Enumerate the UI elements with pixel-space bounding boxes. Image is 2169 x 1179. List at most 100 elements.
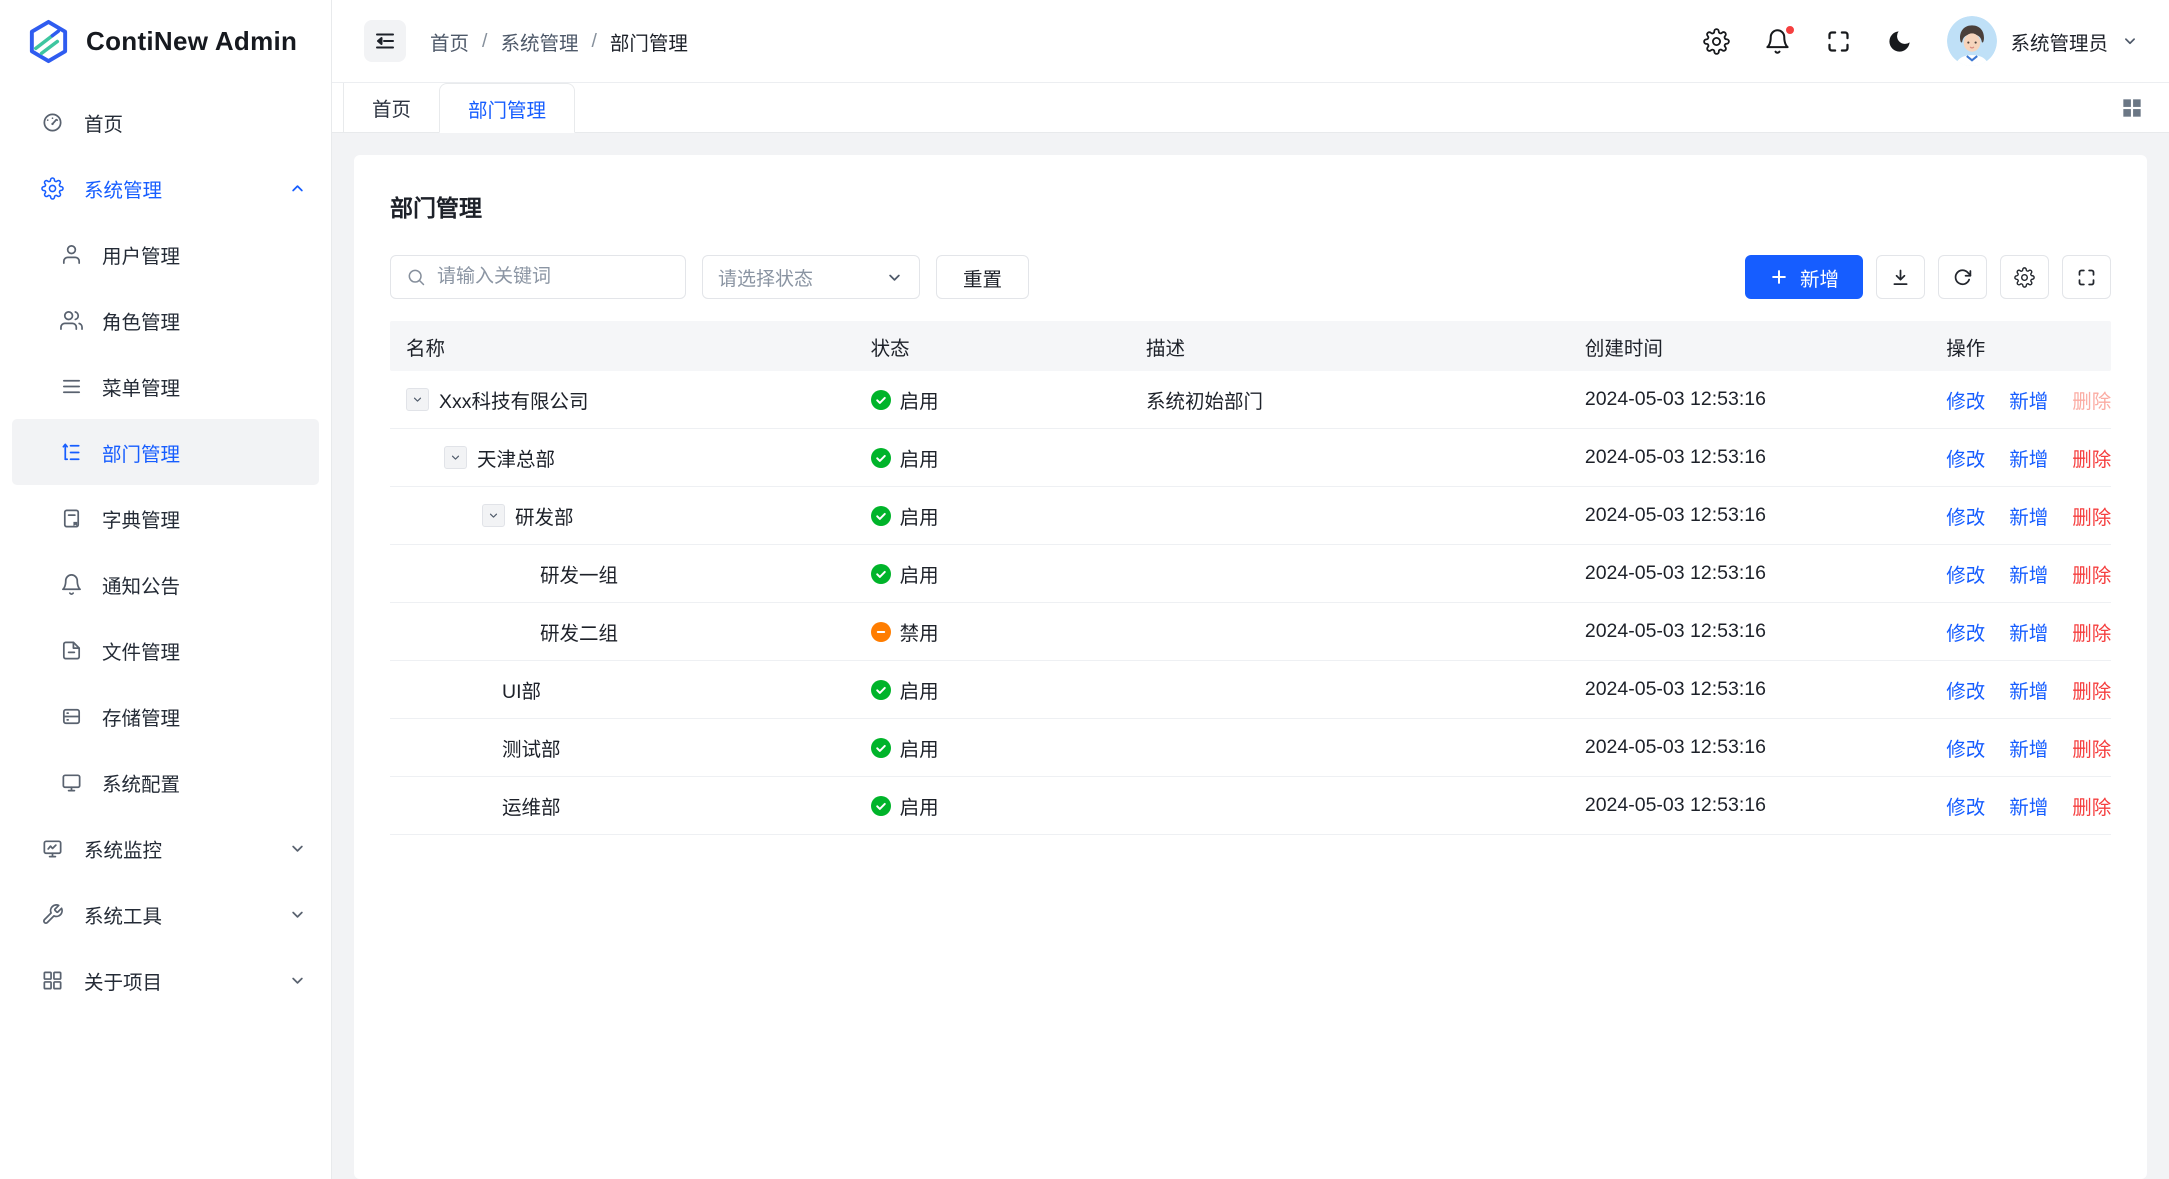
column-header-status: 状态	[855, 332, 1130, 361]
settings-button[interactable]	[1703, 28, 1730, 55]
sidebar-item-storage-management[interactable]: 存储管理	[12, 683, 319, 749]
fullscreen-icon	[2076, 267, 2097, 288]
edit-link[interactable]: 修改	[1946, 791, 1985, 820]
refresh-button[interactable]	[1938, 255, 1987, 299]
status-enabled-icon	[871, 796, 891, 816]
user-menu[interactable]: 系统管理员	[1947, 16, 2139, 66]
chevron-down-icon	[487, 509, 500, 522]
delete-link[interactable]: 删除	[2072, 675, 2111, 704]
add-link[interactable]: 新增	[2009, 559, 2048, 588]
row-collapse-button[interactable]	[444, 446, 467, 469]
tab-home[interactable]: 首页	[343, 83, 439, 132]
refresh-icon	[1952, 267, 1973, 288]
sidebar-item-menu-management[interactable]: 菜单管理	[12, 353, 319, 419]
edit-link[interactable]: 修改	[1946, 443, 1985, 472]
bell-icon	[60, 573, 83, 596]
collapse-sidebar-icon	[373, 29, 397, 53]
table-row: 研发一组 启用 2024-05-03 12:53:16 修改 新增 删除	[390, 545, 2111, 603]
status-label: 启用	[900, 733, 939, 762]
sidebar: ContiNew Admin 首页 系统管理 用户管理 角色管理 菜单管理 部门…	[0, 0, 332, 1179]
add-link[interactable]: 新增	[2009, 617, 2048, 646]
fullscreen-button[interactable]	[1825, 28, 1852, 55]
sidebar-item-about[interactable]: 关于项目	[0, 947, 331, 1013]
breadcrumb-item[interactable]: 系统管理	[500, 27, 578, 56]
sidebar-item-system-config[interactable]: 系统配置	[12, 749, 319, 815]
delete-link[interactable]: 删除	[2072, 733, 2111, 762]
page-title: 部门管理	[390, 189, 2111, 223]
table-row: 天津总部 启用 2024-05-03 12:53:16 修改 新增 删除	[390, 429, 2111, 487]
created-time: 2024-05-03 12:53:16	[1585, 504, 1766, 527]
add-link[interactable]: 新增	[2009, 443, 2048, 472]
status-enabled-icon	[871, 738, 891, 758]
row-collapse-button[interactable]	[482, 504, 505, 527]
breadcrumb-separator: /	[591, 30, 596, 53]
chevron-down-icon	[411, 393, 424, 406]
edit-link[interactable]: 修改	[1946, 385, 1985, 414]
dark-mode-button[interactable]	[1886, 28, 1913, 55]
sidebar-item-dict-management[interactable]: 字典管理	[12, 485, 319, 551]
gear-icon	[1703, 28, 1730, 55]
breadcrumb-item[interactable]: 首页	[430, 27, 469, 56]
sidebar-item-file-management[interactable]: 文件管理	[12, 617, 319, 683]
status-label: 启用	[900, 501, 939, 530]
search-input[interactable]	[437, 266, 670, 288]
delete-link[interactable]: 删除	[2072, 791, 2111, 820]
export-button[interactable]	[1876, 255, 1925, 299]
edit-link[interactable]: 修改	[1946, 617, 1985, 646]
add-link[interactable]: 新增	[2009, 385, 2048, 414]
sidebar-item-system-tools[interactable]: 系统工具	[0, 881, 331, 947]
sidebar-item-dept-management[interactable]: 部门管理	[12, 419, 319, 485]
notifications-button[interactable]	[1764, 28, 1791, 55]
delete-link[interactable]: 删除	[2072, 617, 2111, 646]
sidebar-item-user-management[interactable]: 用户管理	[12, 221, 319, 287]
add-link[interactable]: 新增	[2009, 791, 2048, 820]
chevron-down-icon	[288, 905, 307, 924]
tree-icon	[60, 441, 83, 464]
chevron-down-icon	[449, 451, 462, 464]
tab-grid-icon[interactable]	[2119, 95, 2145, 121]
topbar: 首页/系统管理/部门管理 系统管理员	[332, 0, 2169, 83]
table-row: UI部 启用 2024-05-03 12:53:16 修改 新增 删除	[390, 661, 2111, 719]
dept-table: 名称 状态 描述 创建时间 操作 Xxx科技有限公司 启用 系统初始部门 202…	[390, 321, 2111, 835]
fullscreen-icon	[1825, 28, 1852, 55]
tab-dept-management[interactable]: 部门管理	[439, 83, 575, 133]
table-fullscreen-button[interactable]	[2062, 255, 2111, 299]
app-logo[interactable]: ContiNew Admin	[0, 0, 331, 83]
edit-link[interactable]: 修改	[1946, 501, 1985, 530]
status-select[interactable]: 请选择状态	[702, 255, 920, 299]
reset-button[interactable]: 重置	[936, 255, 1029, 299]
collapse-sidebar-button[interactable]	[364, 20, 406, 62]
add-link[interactable]: 新增	[2009, 675, 2048, 704]
table-header: 名称 状态 描述 创建时间 操作	[390, 321, 2111, 371]
delete-link[interactable]: 删除	[2072, 443, 2111, 472]
delete-link[interactable]: 删除	[2072, 559, 2111, 588]
sidebar-item-system-management[interactable]: 系统管理	[0, 155, 331, 221]
row-collapse-button[interactable]	[406, 388, 429, 411]
status-enabled-icon	[871, 680, 891, 700]
add-link[interactable]: 新增	[2009, 733, 2048, 762]
sidebar-menu: 首页 系统管理 用户管理 角色管理 菜单管理 部门管理 字典管理	[0, 83, 331, 1179]
chevron-up-icon	[288, 179, 307, 198]
edit-link[interactable]: 修改	[1946, 675, 1985, 704]
delete-link[interactable]: 删除	[2072, 501, 2111, 530]
sidebar-item-notice[interactable]: 通知公告	[12, 551, 319, 617]
tabbar: 首页部门管理	[332, 83, 2169, 133]
dept-name: UI部	[502, 675, 541, 704]
edit-link[interactable]: 修改	[1946, 733, 1985, 762]
status-label: 启用	[900, 675, 939, 704]
delete-link[interactable]: 删除	[2072, 385, 2111, 414]
column-settings-button[interactable]	[2000, 255, 2049, 299]
status-label: 禁用	[900, 617, 939, 646]
content-card: 部门管理 请选择状态 重置 新增	[354, 155, 2147, 1179]
sidebar-item-system-monitor[interactable]: 系统监控	[0, 815, 331, 881]
sidebar-item-role-management[interactable]: 角色管理	[12, 287, 319, 353]
add-link[interactable]: 新增	[2009, 501, 2048, 530]
table-row: Xxx科技有限公司 启用 系统初始部门 2024-05-03 12:53:16 …	[390, 371, 2111, 429]
app-root: ContiNew Admin 首页 系统管理 用户管理 角色管理 菜单管理 部门…	[0, 0, 2169, 1179]
file-icon	[60, 639, 83, 662]
chevron-down-icon	[2121, 32, 2139, 50]
add-button[interactable]: 新增	[1745, 255, 1863, 299]
edit-link[interactable]: 修改	[1946, 559, 1985, 588]
sidebar-item-home[interactable]: 首页	[0, 89, 331, 155]
status-label: 启用	[900, 791, 939, 820]
